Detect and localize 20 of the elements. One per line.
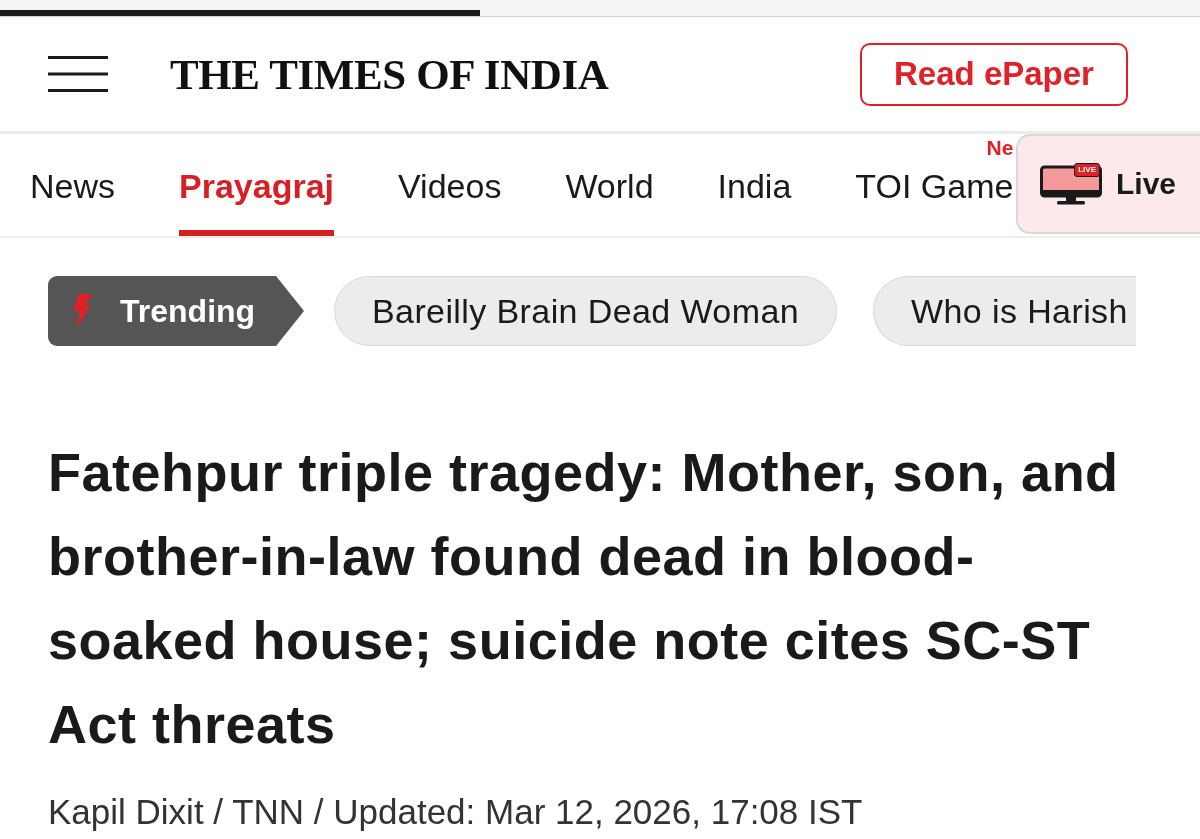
- live-badge: LIVE: [1074, 163, 1100, 177]
- nav-tab[interactable]: Prayagraj: [179, 166, 335, 236]
- menu-icon: [48, 56, 108, 92]
- trending-topic-chip[interactable]: Bareilly Brain Dead Woman: [334, 276, 837, 346]
- nav-tab[interactable]: TOI Game: [855, 166, 1014, 236]
- nav-tab[interactable]: Videos: [398, 166, 502, 236]
- tv-icon: [1040, 163, 1102, 205]
- lightning-icon: [72, 294, 92, 328]
- read-epaper-button[interactable]: Read ePaper: [860, 42, 1128, 106]
- menu-button[interactable]: [48, 56, 108, 92]
- trending-label: Trending: [120, 292, 256, 330]
- nav-tab[interactable]: World: [565, 166, 654, 236]
- article-byline: Kapil Dixit / TNN / Updated: Mar 12, 2026, 17:08 IST: [48, 792, 864, 832]
- trending-topic-chip[interactable]: Who is Harish: [873, 276, 1136, 346]
- nav-tab[interactable]: India: [717, 166, 792, 236]
- new-label: Ne: [986, 136, 1014, 160]
- nav-tab[interactable]: News: [30, 166, 116, 236]
- site-logo[interactable]: THE TIMES OF INDIA: [170, 49, 609, 99]
- live-button[interactable]: LIVE Live: [1016, 134, 1200, 234]
- article-headline: Fatehpur triple tragedy: Mother, son, and brother-in-law found dead in blood-soaked house; suicide note cites SC-ST Act threats: [48, 441, 1120, 756]
